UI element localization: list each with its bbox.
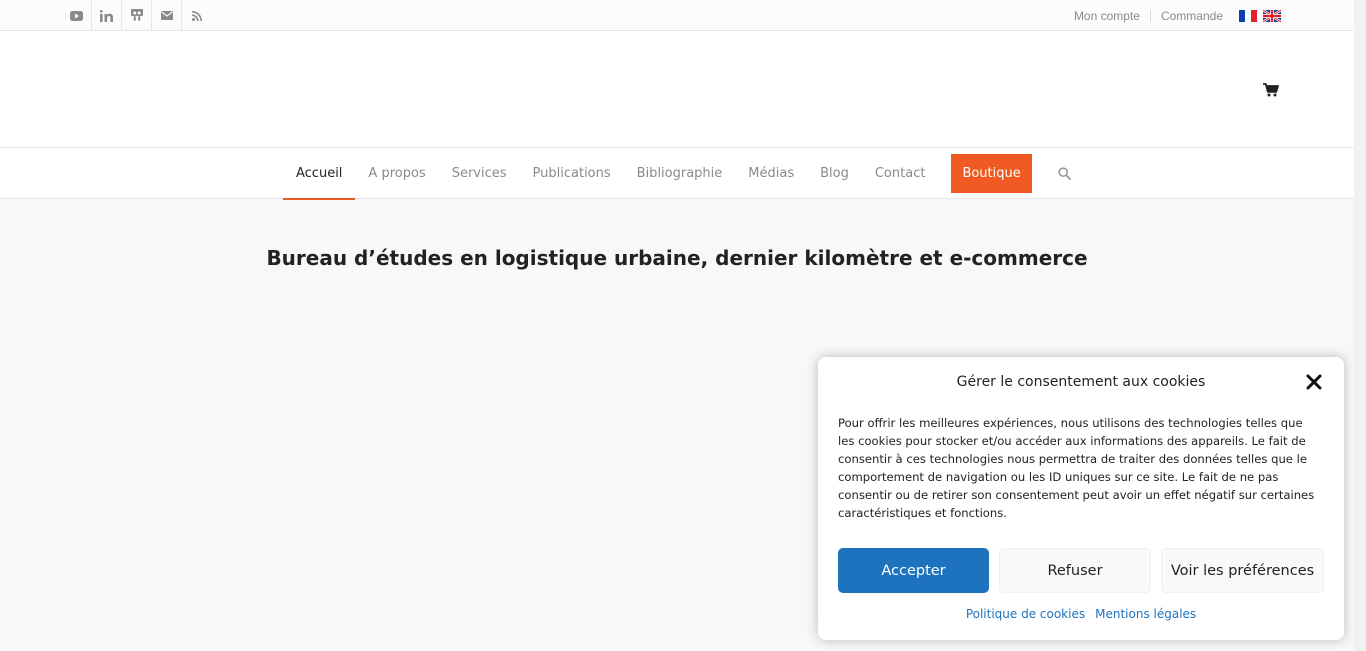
rss-icon[interactable] [182, 0, 212, 31]
cookie-dialog-links: Politique de cookies Mentions légales [818, 607, 1344, 621]
nav-item-a-propos[interactable]: A propos [355, 148, 438, 199]
nav-item-accueil[interactable]: Accueil [283, 148, 356, 200]
en-flag-icon[interactable] [1263, 9, 1281, 22]
shop-button[interactable]: Boutique [951, 154, 1032, 193]
cart-icon[interactable] [1263, 83, 1279, 97]
nav-item-bibliographie[interactable]: Bibliographie [624, 148, 736, 199]
accept-button[interactable]: Accepter [838, 548, 989, 593]
close-icon[interactable] [1306, 374, 1322, 390]
nav-menu: Accueil A propos Services Publications B… [283, 148, 1079, 200]
scrollbar[interactable] [1354, 0, 1366, 651]
cookie-policy-link[interactable]: Politique de cookies [966, 607, 1085, 621]
cookie-dialog-body: Pour offrir les meilleures expériences, … [838, 416, 1315, 520]
search-icon[interactable] [1050, 148, 1079, 199]
top-utility-bar: Mon compte Commande [0, 0, 1354, 31]
social-links [62, 0, 212, 31]
slideshare-icon[interactable] [122, 0, 152, 31]
nav-item-services[interactable]: Services [439, 148, 520, 199]
preferences-button[interactable]: Voir les préférences [1161, 548, 1324, 593]
refuse-button[interactable]: Refuser [999, 548, 1151, 593]
youtube-icon[interactable] [62, 0, 92, 31]
nav-item-blog[interactable]: Blog [807, 148, 862, 199]
legal-notice-link[interactable]: Mentions légales [1095, 607, 1196, 621]
nav-item-medias[interactable]: Médias [735, 148, 807, 199]
cookie-consent-dialog: Gérer le consentement aux cookies Pour o… [818, 357, 1344, 640]
main-navigation: Accueil A propos Services Publications B… [0, 148, 1354, 200]
nav-item-contact[interactable]: Contact [862, 148, 939, 199]
language-switcher [1239, 9, 1281, 22]
my-account-link[interactable]: Mon compte [1064, 9, 1150, 23]
order-link[interactable]: Commande [1151, 9, 1233, 23]
fr-flag-icon[interactable] [1239, 9, 1257, 22]
cookie-dialog-title: Gérer le consentement aux cookies [956, 374, 1206, 390]
page-headline: Bureau d’études en logistique urbaine, d… [266, 246, 1088, 270]
account-links: Mon compte Commande [1064, 0, 1281, 31]
site-header [0, 31, 1354, 148]
mail-icon[interactable] [152, 0, 182, 31]
linkedin-icon[interactable] [92, 0, 122, 31]
nav-item-publications[interactable]: Publications [520, 148, 624, 199]
